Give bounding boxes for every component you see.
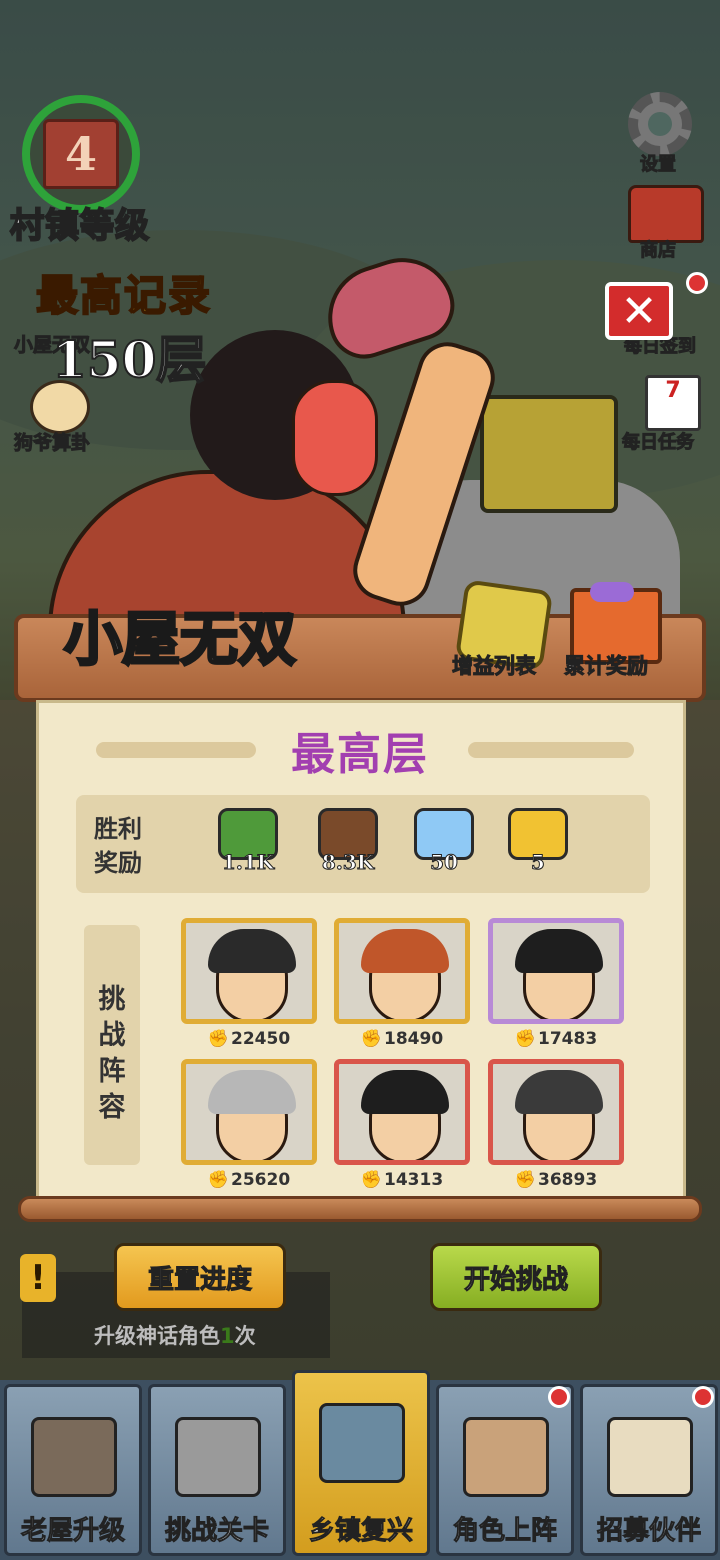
combat-power: ✊ 25620: [181, 1170, 317, 1190]
bonus-list-label[interactable]: 增益列表: [452, 650, 537, 680]
combat-power: ✊ 22450: [181, 1029, 317, 1049]
market-stall-icon: [319, 1403, 405, 1483]
reward-amount: 5: [531, 850, 546, 875]
gear-hole: [648, 112, 672, 136]
nav-tab-label: 招募伙伴: [596, 1516, 701, 1547]
village-level-label: 村镇等级: [9, 205, 150, 247]
reward-amount: 1.1K: [221, 850, 275, 875]
fist-icon: ✊: [360, 1170, 382, 1190]
character-hair: [361, 1070, 449, 1114]
shop-label[interactable]: 商店: [640, 236, 677, 262]
shop-chest-icon[interactable]: [628, 185, 704, 243]
excavator-truck: [480, 395, 618, 513]
fist-icon: ✊: [207, 1029, 229, 1049]
combat-power-value: 25620: [231, 1170, 291, 1190]
fist-icon: ✊: [360, 1029, 382, 1049]
nav-tab-label: 挑战关卡: [164, 1516, 269, 1547]
house-icon: [31, 1417, 117, 1497]
lineup-card[interactable]: [181, 918, 317, 1024]
best-record-value: 150层: [51, 329, 207, 390]
combat-power: ✊ 14313: [334, 1170, 470, 1190]
lineup-card[interactable]: [488, 1059, 624, 1165]
village-level-number: 4: [43, 119, 119, 189]
best-record-title: 最高记录: [35, 270, 213, 321]
fist-icon: ✊: [514, 1029, 536, 1049]
character-hair: [208, 929, 296, 973]
scroll-rod: [18, 1196, 702, 1222]
lineup-card[interactable]: [334, 918, 470, 1024]
nav-tab-label: 老屋升级: [20, 1516, 125, 1547]
combat-power: ✊ 17483: [488, 1029, 624, 1049]
character-hair: [361, 929, 449, 973]
village-level-badge[interactable]: 4: [22, 95, 140, 213]
reward-amount: 50: [430, 850, 459, 875]
start-challenge-button[interactable]: 开始挑战: [430, 1243, 602, 1311]
fist-icon: ✊: [207, 1170, 229, 1190]
lineup-card[interactable]: [334, 1059, 470, 1165]
gift-bow: [590, 582, 634, 602]
combat-power-value: 14313: [384, 1170, 444, 1190]
combat-power-value: 22450: [231, 1029, 291, 1049]
nav-tab[interactable]: 招募伙伴: [580, 1384, 718, 1556]
cumulative-rewards-label[interactable]: 累计奖励: [564, 650, 649, 680]
quest-text: 升级神话角色1次: [94, 1324, 256, 1348]
combat-power-value: 36893: [538, 1170, 598, 1190]
combat-power-value: 17483: [538, 1029, 598, 1049]
recruit-poster-icon: [607, 1417, 693, 1497]
mode-title: 小屋无双: [62, 604, 297, 675]
reward-item: 8.3K: [306, 808, 390, 882]
reset-progress-button[interactable]: 重置进度: [114, 1243, 286, 1311]
character-hair: [515, 1070, 603, 1114]
daily-task-label[interactable]: 每日任务: [622, 428, 695, 454]
close-button[interactable]: ✕: [605, 282, 673, 340]
fist-icon: ✊: [514, 1170, 536, 1190]
nav-tab-label: 角色上阵: [452, 1516, 557, 1547]
nav-tab-label: 乡镇复兴: [308, 1516, 413, 1547]
notification-dot: [692, 1386, 714, 1408]
nav-tab[interactable]: 老屋升级: [4, 1384, 142, 1556]
side-item-fortune[interactable]: 狗爷算卦: [13, 428, 90, 455]
reward-item: 50: [402, 808, 486, 882]
reward-item: 5: [496, 808, 580, 882]
character-hair: [208, 1070, 296, 1114]
lineup-card[interactable]: [181, 1059, 317, 1165]
panel-title: 最高层: [291, 729, 429, 780]
victory-reward-label: 胜利奖励: [94, 815, 142, 877]
chainsaw-shovel-icon: [175, 1417, 261, 1497]
settings-label[interactable]: 设置: [640, 150, 677, 176]
lineup-label: 挑战阵容: [98, 984, 126, 1123]
calendar-icon[interactable]: 7: [645, 375, 701, 431]
characters-icon: [463, 1417, 549, 1497]
nav-tab[interactable]: 挑战关卡: [148, 1384, 286, 1556]
character-hair: [515, 929, 603, 973]
nav-tab[interactable]: 乡镇复兴: [292, 1370, 430, 1556]
combat-power-value: 18490: [384, 1029, 444, 1049]
combat-power: ✊ 36893: [488, 1170, 624, 1190]
warning-icon: !: [20, 1254, 56, 1302]
combat-power: ✊ 18490: [334, 1029, 470, 1049]
hero-face: [292, 380, 378, 496]
reward-amount: 8.3K: [321, 850, 375, 875]
nav-tab[interactable]: 角色上阵: [436, 1384, 574, 1556]
notification-dot: [686, 272, 708, 294]
lineup-card[interactable]: [488, 918, 624, 1024]
reward-item: 1.1K: [206, 808, 290, 882]
notification-dot: [548, 1386, 570, 1408]
